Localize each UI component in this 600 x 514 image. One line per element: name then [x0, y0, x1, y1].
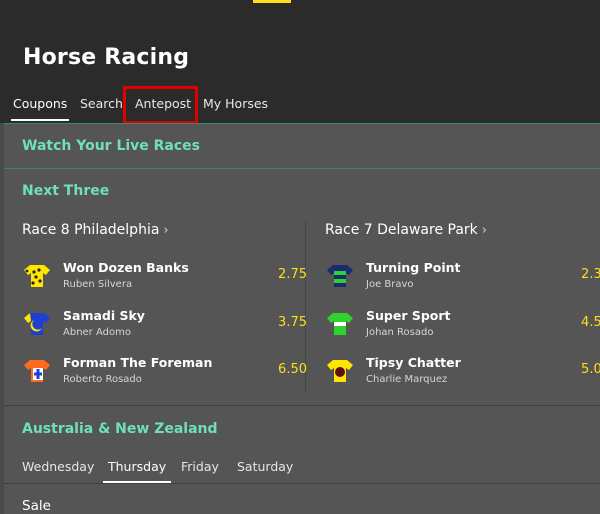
- jockey-silk-icon: [24, 360, 50, 382]
- runner-row[interactable]: Tipsy Chatter Charlie Marquez 5.00: [325, 355, 600, 395]
- race-title: Race 8 Philadelphia: [22, 222, 160, 238]
- horse-name: Won Dozen Banks: [63, 260, 189, 275]
- jockey-silk-icon: [327, 265, 353, 287]
- watch-live-races-link[interactable]: Watch Your Live Races: [22, 138, 200, 154]
- chevron-right-icon: ›: [481, 223, 487, 238]
- horse-name: Samadi Sky: [63, 308, 145, 323]
- antepost-highlight-box: [123, 86, 198, 124]
- jockey-silk-icon: [327, 360, 353, 382]
- jockey-name: Johan Rosado: [366, 327, 434, 338]
- jockey-name: Ruben Silvera: [63, 279, 133, 290]
- australia-nz-heading: Australia & New Zealand: [22, 421, 218, 437]
- divider: [4, 168, 600, 169]
- odds-button[interactable]: 3.75: [278, 315, 307, 330]
- runner-row[interactable]: Super Sport Johan Rosado 4.50: [325, 308, 600, 348]
- horse-name: Super Sport: [366, 308, 451, 323]
- race-title: Race 7 Delaware Park: [325, 222, 478, 238]
- tab-search[interactable]: Search: [80, 96, 123, 111]
- odds-button[interactable]: 5.00: [581, 362, 600, 377]
- jockey-silk-icon: [24, 265, 50, 287]
- runner-row[interactable]: Won Dozen Banks Ruben Silvera 2.75: [22, 260, 307, 300]
- race-link-philadelphia[interactable]: Race 8 Philadelphia ›: [22, 222, 169, 238]
- divider: [4, 405, 600, 406]
- horse-name: Tipsy Chatter: [366, 355, 461, 370]
- meeting-sale[interactable]: Sale: [22, 498, 51, 514]
- header-accent-bar: [253, 0, 291, 3]
- day-tab-wednesday[interactable]: Wednesday: [22, 459, 94, 474]
- tab-my-horses[interactable]: My Horses: [203, 96, 268, 111]
- day-tab-saturday[interactable]: Saturday: [237, 459, 293, 474]
- day-tab-thursday[interactable]: Thursday: [102, 459, 172, 483]
- tab-coupons[interactable]: Coupons: [10, 96, 70, 121]
- odds-button[interactable]: 2.75: [278, 267, 307, 282]
- jockey-name: Joe Bravo: [366, 279, 414, 290]
- jockey-silk-icon: [327, 313, 353, 335]
- odds-button[interactable]: 4.50: [581, 315, 600, 330]
- jockey-name: Abner Adomo: [63, 327, 131, 338]
- section-tabs: Coupons Search Antepost My Horses: [0, 92, 600, 123]
- runner-row[interactable]: Turning Point Joe Bravo 2.37: [325, 260, 600, 300]
- chevron-right-icon: ›: [163, 223, 169, 238]
- odds-button[interactable]: 2.37: [581, 267, 600, 282]
- page-title: Horse Racing: [23, 45, 190, 70]
- horse-name: Turning Point: [366, 260, 461, 275]
- next-three-heading: Next Three: [22, 183, 110, 199]
- app-header: Horse Racing Coupons Search Antepost My …: [0, 0, 600, 124]
- divider: [4, 483, 600, 484]
- jockey-silk-icon: [24, 313, 50, 335]
- day-tab-friday[interactable]: Friday: [181, 459, 219, 474]
- main-content: Watch Your Live Races Next Three Race 8 …: [4, 123, 600, 514]
- jockey-name: Charlie Marquez: [366, 374, 448, 385]
- odds-button[interactable]: 6.50: [278, 362, 307, 377]
- race-link-delaware-park[interactable]: Race 7 Delaware Park ›: [325, 222, 487, 238]
- jockey-name: Roberto Rosado: [63, 374, 142, 385]
- runner-row[interactable]: Forman The Foreman Roberto Rosado 6.50: [22, 355, 307, 395]
- runner-row[interactable]: Samadi Sky Abner Adomo 3.75: [22, 308, 307, 348]
- horse-name: Forman The Foreman: [63, 355, 213, 370]
